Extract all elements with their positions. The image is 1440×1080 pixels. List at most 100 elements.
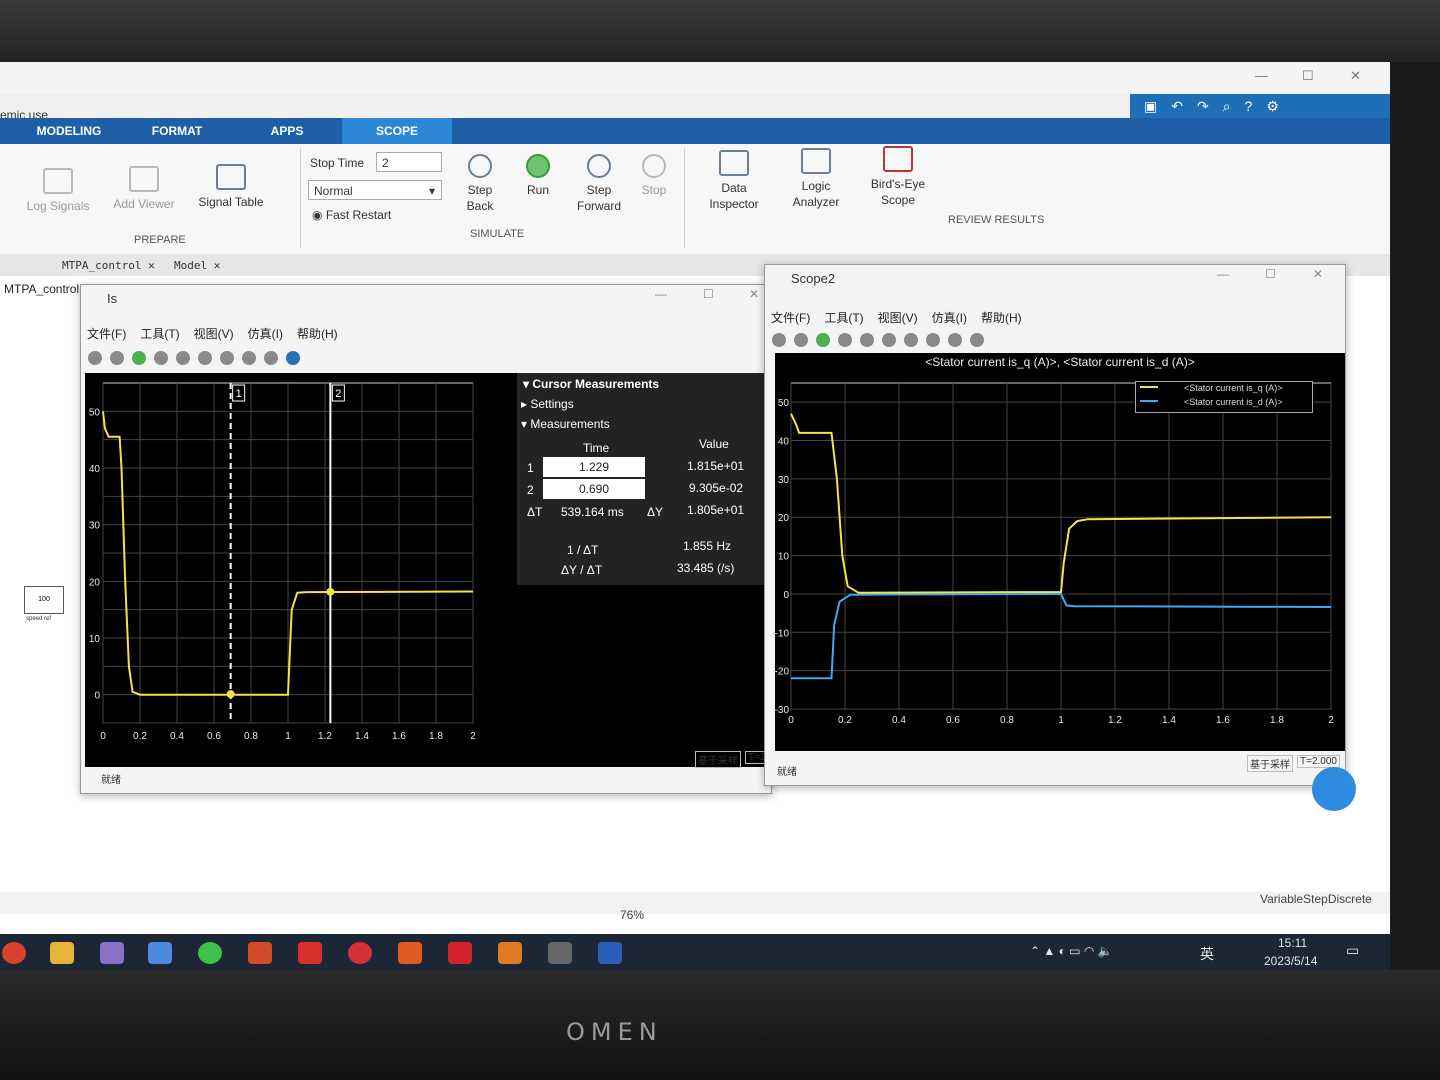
settings-icon[interactable]	[548, 942, 572, 964]
step-forward-icon[interactable]	[154, 351, 168, 365]
autoscale-icon[interactable]	[242, 351, 256, 365]
settings-section[interactable]: ▸ Settings	[521, 397, 574, 411]
data-inspector-button[interactable]: Data Inspector	[700, 150, 768, 212]
birds-eye-scope-label: Bird's-Eye Scope	[870, 177, 926, 207]
app-icon[interactable]	[348, 942, 372, 964]
stop-button[interactable]: Stop	[636, 154, 672, 198]
app-icon[interactable]	[398, 942, 422, 964]
settings-icon[interactable]	[88, 351, 102, 365]
floating-assistant-button[interactable]	[1312, 767, 1356, 811]
cursor-measurements-icon[interactable]	[286, 351, 300, 365]
step-forward-button[interactable]: Step Forward	[572, 154, 626, 214]
maximize-icon[interactable]: ☐	[703, 287, 714, 301]
add-viewer-button[interactable]: Add Viewer	[108, 166, 180, 212]
maximize-icon[interactable]: ☐	[1265, 267, 1276, 281]
triggers-icon[interactable]	[948, 333, 962, 347]
search-icon[interactable]: ⌕	[1223, 98, 1231, 114]
app-icon[interactable]	[298, 942, 322, 964]
maximize-icon[interactable]: ☐	[1302, 68, 1314, 84]
step-back-icon[interactable]	[794, 333, 808, 347]
settings-icon[interactable]: ⚙	[1266, 98, 1279, 114]
tray-icons[interactable]: ⌃ ▲ ◐ ▭ ◠ 🔈	[1030, 944, 1113, 958]
delta-t-label: ΔT	[527, 505, 543, 519]
app-icon[interactable]	[148, 942, 172, 964]
menu-file[interactable]: 文件(F)	[87, 327, 126, 341]
notification-icon[interactable]: ▭	[1346, 942, 1359, 959]
close-icon[interactable]: ✕	[148, 259, 155, 272]
signal-table-button[interactable]: Signal Table	[196, 164, 266, 210]
app-icon[interactable]	[100, 942, 124, 964]
cursor-1-time-field[interactable]: 1.229	[543, 457, 645, 477]
highlight-icon[interactable]	[198, 351, 212, 365]
file-explorer-icon[interactable]	[50, 942, 74, 964]
menu-help[interactable]: 帮助(H)	[981, 311, 1022, 325]
tab-apps[interactable]: APPS	[240, 118, 334, 144]
breadcrumb[interactable]: MTPA_control	[4, 282, 79, 296]
settings-icon[interactable]	[772, 333, 786, 347]
close-icon[interactable]: ✕	[749, 287, 759, 301]
log-signals-button[interactable]: Log Signals	[20, 168, 96, 214]
matlab-icon[interactable]	[498, 942, 522, 964]
menu-simulation[interactable]: 仿真(I)	[248, 327, 283, 341]
zoom-level: 76%	[620, 908, 645, 922]
stop-icon[interactable]	[176, 351, 190, 365]
scope-window-scope2[interactable]: Scope2 — ☐ ✕ 文件(F) 工具(T) 视图(V) 仿真(I) 帮助(H) <…	[764, 264, 1346, 786]
close-icon[interactable]: ✕	[1313, 267, 1323, 281]
triggers-icon[interactable]	[264, 351, 278, 365]
step-back-button[interactable]: Step Back	[456, 154, 504, 214]
x-tick-label: 1	[1058, 715, 1064, 726]
tab-scope[interactable]: SCOPE	[342, 118, 452, 144]
x-tick-label: 1.6	[392, 731, 406, 742]
menu-view[interactable]: 视图(V)	[194, 327, 234, 341]
save-icon[interactable]: ▣	[1144, 98, 1157, 114]
tab-format[interactable]: FORMAT	[130, 118, 224, 144]
menu-file[interactable]: 文件(F)	[771, 311, 810, 325]
run-icon[interactable]	[132, 351, 146, 365]
scope-window-is[interactable]: Is — ☐ ✕ 文件(F) 工具(T) 视图(V) 仿真(I) 帮助(H) 0 0.2 0…	[80, 284, 777, 794]
zoom-icon[interactable]	[220, 351, 234, 365]
step-back-icon[interactable]	[110, 351, 124, 365]
undo-icon[interactable]: ↶	[1171, 98, 1183, 114]
simulation-mode-select[interactable]: Normal ▾	[308, 180, 442, 200]
tab-modeling[interactable]: MODELING	[18, 118, 120, 144]
settings-label: Settings	[530, 397, 574, 411]
help-icon[interactable]: ?	[1245, 98, 1253, 114]
highlight-icon[interactable]	[882, 333, 896, 347]
constant-block[interactable]: 100	[24, 586, 64, 614]
word-icon[interactable]	[598, 942, 622, 964]
chrome-icon[interactable]	[2, 942, 26, 964]
menu-view[interactable]: 视图(V)	[878, 311, 918, 325]
menu-help[interactable]: 帮助(H)	[297, 327, 338, 341]
doc-tab-model[interactable]: Model ✕	[174, 257, 220, 275]
stop-time-field[interactable]: 2	[376, 152, 442, 172]
minimize-icon[interactable]: —	[1255, 68, 1268, 83]
doc-tab-mtpa-control[interactable]: MTPA_control ✕	[62, 257, 155, 275]
measurements-section[interactable]: ▾ Measurements	[521, 417, 610, 431]
wechat-icon[interactable]	[198, 942, 222, 964]
run-icon[interactable]	[816, 333, 830, 347]
close-icon[interactable]: ✕	[214, 259, 221, 272]
menu-tools[interactable]: 工具(T)	[824, 311, 863, 325]
scope-plot-is[interactable]: 0 0.2 0.4 0.6 0.8 1 1.2 1.4 1.6 1.8 2 50 40 30 20 10 0 1 2	[85, 373, 485, 767]
birds-eye-scope-button[interactable]: Bird's-Eye Scope	[866, 146, 930, 208]
stop-icon[interactable]	[860, 333, 874, 347]
redo-icon[interactable]: ↷	[1197, 98, 1209, 114]
zoom-icon[interactable]	[904, 333, 918, 347]
minimize-icon[interactable]: —	[655, 287, 667, 301]
fast-restart-toggle[interactable]: ◉ Fast Restart	[312, 208, 391, 222]
autoscale-icon[interactable]	[926, 333, 940, 347]
cursor-2-time-field[interactable]: 0.690	[543, 479, 645, 499]
data-inspector-icon	[719, 150, 749, 176]
logic-analyzer-button[interactable]: Logic Analyzer	[782, 148, 850, 210]
close-icon[interactable]: ✕	[1350, 68, 1361, 84]
cursor-measurements-icon[interactable]	[970, 333, 984, 347]
step-forward-icon[interactable]	[838, 333, 852, 347]
pdf-reader-icon[interactable]	[448, 942, 472, 964]
ime-indicator[interactable]: 英	[1200, 944, 1214, 964]
run-button[interactable]: Run	[516, 154, 560, 198]
menu-simulation[interactable]: 仿真(I)	[932, 311, 967, 325]
minimize-icon[interactable]: —	[1217, 267, 1229, 281]
menu-tools[interactable]: 工具(T)	[140, 327, 179, 341]
scope2-plot[interactable]: 0 0.2 0.4 0.6 0.8 1 1.2 1.4 1.6 1.8 2 50 40 30 20 10 0 -1…	[775, 375, 1345, 749]
powerpoint-icon[interactable]	[248, 942, 272, 964]
